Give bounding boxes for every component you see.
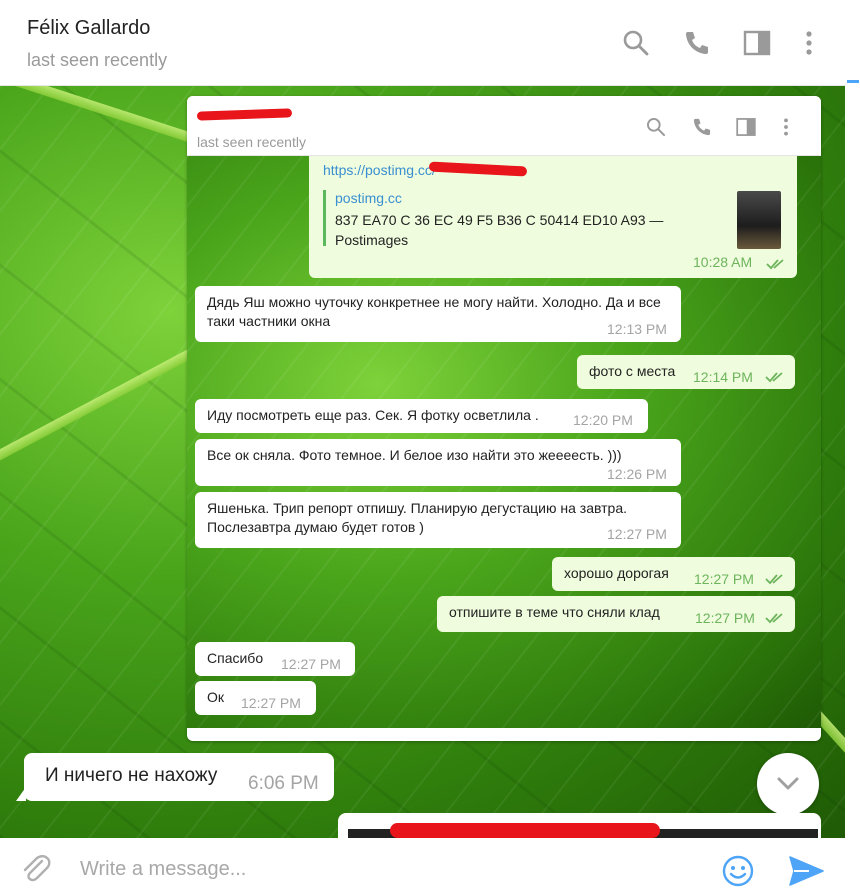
message-outgoing: фото с места 12:14 PM: [577, 355, 795, 389]
send-icon[interactable]: [787, 854, 825, 888]
message-time: 12:14 PM: [693, 369, 753, 385]
phone-icon: [691, 116, 713, 138]
redaction-mark: [196, 108, 293, 121]
inner-chat-title-redacted: [196, 108, 293, 121]
read-checkmarks-icon: [765, 613, 783, 624]
chat-header: Félix Gallardo last seen recently: [0, 0, 845, 86]
message-incoming: Все ок сняла. Фото темное. И белое изо н…: [195, 439, 681, 486]
message-time: 6:06 PM: [248, 773, 319, 794]
preview-thumbnail: [737, 191, 781, 249]
preview-description: 837 EA70 C 36 EC 49 F5 B36 C 50414 ED10 …: [335, 212, 664, 248]
chat-status: last seen recently: [27, 50, 168, 70]
message-incoming: Иду посмотреть еще раз. Сек. Я фотку осв…: [195, 399, 648, 433]
message-incoming: И ничего не нахожу 6:06 PM: [24, 753, 334, 801]
read-checkmarks-icon: [765, 574, 783, 585]
scrollbar-track[interactable]: [845, 0, 860, 888]
search-icon[interactable]: [621, 28, 651, 58]
image-message[interactable]: [338, 813, 821, 838]
attach-icon[interactable]: [18, 852, 52, 886]
message-incoming: Дядь Яш можно чуточку конкретнее не могу…: [195, 286, 681, 342]
message-incoming: Яшенька. Трип репорт отпишу. Планирую де…: [195, 492, 681, 548]
message-outgoing: отпишите в теме что сняли клад 12:27 PM: [437, 596, 795, 632]
message-time: 10:28 AM: [693, 254, 753, 270]
message-incoming: Спасибо 12:27 PM: [195, 642, 355, 676]
message-composer: [0, 838, 845, 888]
message-time: 12:27 PM: [607, 526, 667, 542]
message-text: Яшенька. Трип репорт отпишу. Планирую де…: [207, 500, 627, 535]
sidebar-toggle-icon: [735, 116, 757, 138]
message-text: Иду посмотреть еще раз. Сек. Я фотку осв…: [207, 407, 539, 423]
preview-site-name: postimg.cc: [335, 190, 402, 206]
inner-chat-header: last seen recently: [187, 96, 821, 156]
sidebar-toggle-icon[interactable]: [742, 28, 772, 58]
link-url: https://postimg.cc/: [323, 162, 436, 178]
telegram-window: Félix Gallardo last seen recently last s…: [0, 0, 860, 888]
message-time: 12:20 PM: [573, 412, 633, 428]
message-time: 12:27 PM: [694, 571, 754, 587]
message-outgoing: хорошо дорогая 12:27 PM: [552, 557, 795, 591]
search-icon: [645, 116, 667, 138]
scrollbar-accent: [847, 80, 859, 83]
inner-chat-area: https://postimg.cc/ postimg.cc 837 EA70 …: [187, 156, 821, 728]
message-text: фото с места: [589, 363, 676, 379]
preview-accent-bar: [323, 190, 326, 246]
message-time: 12:13 PM: [607, 321, 667, 337]
message-time: 12:27 PM: [695, 610, 755, 626]
chat-title[interactable]: Félix Gallardo: [27, 17, 150, 40]
message-text: И ничего не нахожу: [45, 765, 218, 786]
scroll-to-bottom-button[interactable]: [757, 753, 819, 815]
message-time: 12:27 PM: [281, 656, 341, 672]
more-vertical-icon: [775, 116, 797, 138]
redaction-mark: [390, 823, 660, 838]
redaction-mark: [428, 161, 528, 177]
read-checkmarks-icon: [765, 372, 783, 383]
more-vertical-icon[interactable]: [794, 28, 824, 58]
phone-icon[interactable]: [682, 28, 712, 58]
message-time: 12:26 PM: [607, 466, 667, 482]
link-message: https://postimg.cc/ postimg.cc 837 EA70 …: [309, 156, 797, 278]
read-checkmarks-icon: [766, 259, 784, 270]
screenshot-image[interactable]: last seen recently https://postimg.cc/ p…: [187, 96, 821, 741]
message-incoming: Ок 12:27 PM: [195, 681, 316, 715]
message-text: Дядь Яш можно чуточку конкретнее не могу…: [207, 294, 661, 329]
emoji-icon[interactable]: [721, 854, 755, 888]
chevron-down-icon: [777, 777, 799, 790]
message-time: 12:27 PM: [241, 695, 301, 711]
inner-chat-status: last seen recently: [197, 134, 306, 150]
message-text: Все ок сняла. Фото темное. И белое изо н…: [207, 447, 622, 463]
message-input[interactable]: [80, 858, 680, 881]
